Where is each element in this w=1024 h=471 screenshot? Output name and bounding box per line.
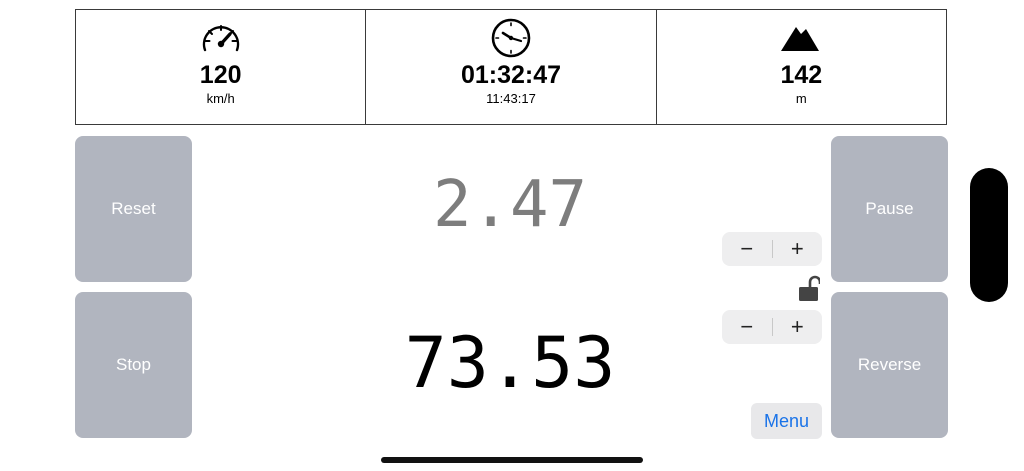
top-stepper: − + bbox=[722, 232, 822, 266]
menu-button[interactable]: Menu bbox=[751, 403, 822, 439]
stats-bar: 120 km/h 01:32:47 11:43:17 142 m bbox=[75, 9, 947, 125]
mountain-icon bbox=[781, 17, 821, 59]
speed-panel: 120 km/h bbox=[76, 10, 365, 124]
device-side-handle bbox=[970, 168, 1008, 302]
altitude-unit: m bbox=[795, 91, 807, 106]
bottom-increment-button[interactable]: + bbox=[773, 310, 823, 344]
unlocked-padlock-icon[interactable] bbox=[798, 275, 822, 301]
top-decrement-button[interactable]: − bbox=[722, 232, 772, 266]
top-readout: 2.47 bbox=[432, 168, 588, 242]
altitude-value: 142 bbox=[780, 61, 823, 89]
time-panel: 01:32:47 11:43:17 bbox=[365, 10, 655, 124]
altitude-panel: 142 m bbox=[655, 10, 946, 124]
bottom-readout: 73.53 bbox=[404, 322, 616, 404]
elapsed-time-value: 01:32:47 bbox=[460, 61, 562, 89]
speed-value: 120 bbox=[199, 61, 242, 89]
stop-button[interactable]: Stop bbox=[75, 292, 192, 438]
clock-time: 11:43:17 bbox=[486, 91, 536, 106]
bottom-decrement-button[interactable]: − bbox=[722, 310, 772, 344]
clock-icon bbox=[490, 17, 532, 59]
speedometer-icon bbox=[200, 17, 242, 59]
top-increment-button[interactable]: + bbox=[773, 232, 823, 266]
bottom-stepper: − + bbox=[722, 310, 822, 344]
speed-unit: km/h bbox=[206, 91, 235, 106]
home-indicator[interactable] bbox=[381, 457, 643, 463]
reset-button[interactable]: Reset bbox=[75, 136, 192, 282]
pause-button[interactable]: Pause bbox=[831, 136, 948, 282]
reverse-button[interactable]: Reverse bbox=[831, 292, 948, 438]
